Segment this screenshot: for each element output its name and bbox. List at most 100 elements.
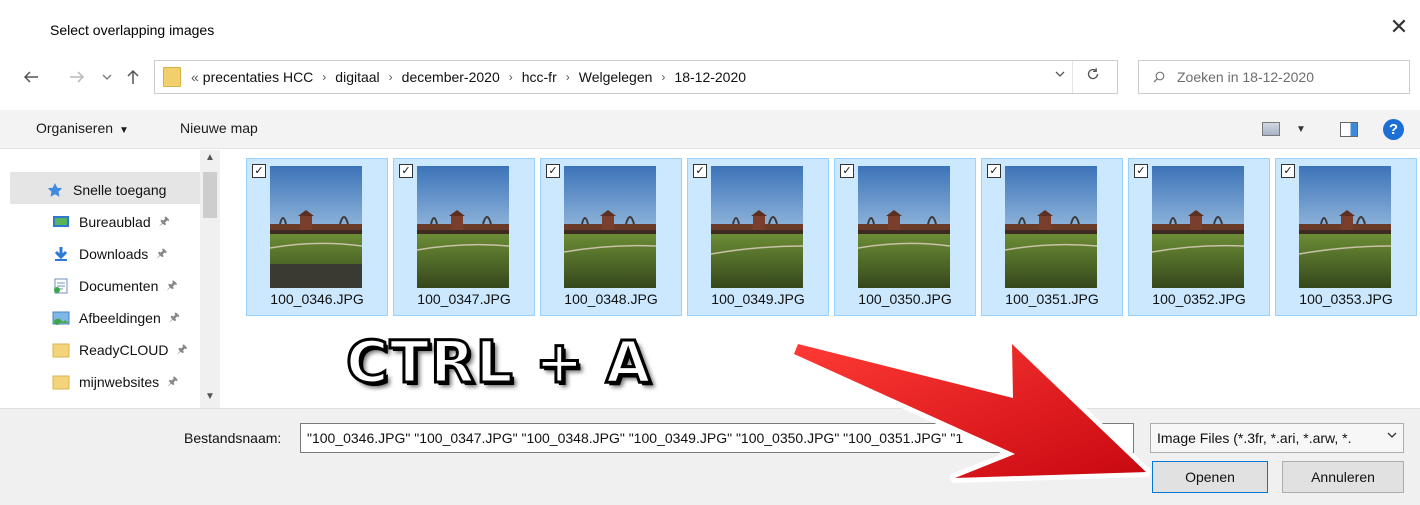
window-title: Select overlapping images bbox=[50, 22, 215, 38]
pin-icon[interactable]: 🖈 bbox=[166, 276, 177, 297]
back-arrow-icon[interactable] bbox=[20, 64, 42, 90]
file-thumbnail[interactable]: ✓ 100_0352.JPG bbox=[1128, 158, 1270, 316]
sidebar-item-quick-access[interactable]: Snelle toegang bbox=[46, 178, 166, 202]
pin-icon[interactable]: 🖈 bbox=[156, 244, 167, 265]
scroll-up-icon[interactable]: ▲ bbox=[200, 152, 220, 163]
file-thumbnail[interactable]: ✓ 100_0353.JPG bbox=[1275, 158, 1417, 316]
breadcrumb-overflow[interactable]: « bbox=[191, 69, 199, 85]
breadcrumb-item[interactable]: precentaties HCC bbox=[203, 69, 314, 85]
sidebar-item-downloads[interactable]: Downloads 🖈 bbox=[52, 242, 167, 266]
address-dropdown-chevron-icon[interactable] bbox=[1055, 69, 1065, 81]
file-thumbnail[interactable]: ✓ 100_0350.JPG bbox=[834, 158, 976, 316]
pin-icon[interactable]: 🖈 bbox=[176, 340, 187, 361]
sidebar-item-label: Documenten bbox=[79, 278, 159, 294]
file-thumbnail[interactable]: ✓ 100_0347.JPG bbox=[393, 158, 535, 316]
file-thumbnail[interactable]: ✓ 100_0351.JPG bbox=[981, 158, 1123, 316]
photo-thumbnail-image bbox=[1152, 166, 1244, 288]
checkbox-icon[interactable]: ✓ bbox=[252, 164, 266, 178]
photo-thumbnail-image bbox=[711, 166, 803, 288]
dropdown-caret-icon: ▼ bbox=[119, 125, 129, 136]
organize-label: Organiseren bbox=[36, 120, 114, 136]
checkbox-icon[interactable]: ✓ bbox=[399, 164, 413, 178]
breadcrumb-separator-icon[interactable]: › bbox=[661, 70, 665, 84]
file-name: 100_0353.JPG bbox=[1299, 291, 1393, 307]
scroll-down-icon[interactable]: ▼ bbox=[200, 391, 220, 402]
sidebar-item-desktop[interactable]: Bureaublad 🖈 bbox=[52, 210, 170, 234]
pin-icon[interactable]: 🖈 bbox=[159, 212, 170, 233]
breadcrumb-item[interactable]: digitaal bbox=[335, 69, 379, 85]
breadcrumb-item[interactable]: hcc-fr bbox=[522, 69, 557, 85]
up-arrow-icon[interactable] bbox=[122, 64, 144, 90]
recent-locations-chevron-icon[interactable] bbox=[96, 64, 118, 90]
divider bbox=[1072, 61, 1073, 93]
sidebar-item-pictures[interactable]: Afbeeldingen 🖈 bbox=[52, 306, 180, 330]
checkbox-icon[interactable]: ✓ bbox=[840, 164, 854, 178]
file-thumbnail[interactable]: ✓ 100_0348.JPG bbox=[540, 158, 682, 316]
filename-label: Bestandsnaam: bbox=[184, 430, 282, 446]
sidebar-scrollbar[interactable]: ▲ ▼ bbox=[200, 150, 220, 408]
checkbox-icon[interactable]: ✓ bbox=[1281, 164, 1295, 178]
scrollbar-thumb[interactable] bbox=[203, 172, 217, 218]
pin-icon[interactable]: 🖈 bbox=[169, 308, 180, 329]
search-input[interactable] bbox=[1175, 68, 1399, 86]
breadcrumb-separator-icon[interactable]: › bbox=[389, 70, 393, 84]
forward-arrow-icon[interactable] bbox=[66, 64, 88, 90]
photo-thumbnail-image bbox=[417, 166, 509, 288]
sidebar-item-label: mijnwebsites bbox=[79, 374, 160, 390]
checkbox-icon[interactable]: ✓ bbox=[546, 164, 560, 178]
breadcrumb-item[interactable]: 18-12-2020 bbox=[674, 69, 746, 85]
photo-thumbnail-image bbox=[1005, 166, 1097, 288]
file-thumbnail[interactable]: ✓ 100_0349.JPG bbox=[687, 158, 829, 316]
breadcrumb-separator-icon[interactable]: › bbox=[509, 70, 513, 84]
breadcrumb-separator-icon[interactable]: › bbox=[322, 70, 326, 84]
checkbox-icon[interactable]: ✓ bbox=[693, 164, 707, 178]
search-box[interactable] bbox=[1138, 60, 1410, 94]
file-type-select[interactable]: Image Files (*.3fr, *.ari, *.arw, *. bbox=[1150, 423, 1404, 453]
cancel-button[interactable]: Annuleren bbox=[1282, 461, 1404, 493]
file-name: 100_0348.JPG bbox=[564, 291, 658, 307]
photo-thumbnail-image bbox=[270, 166, 362, 288]
pictures-icon bbox=[52, 311, 70, 325]
view-options-caret-icon[interactable]: ▼ bbox=[1296, 124, 1306, 135]
file-name: 100_0350.JPG bbox=[858, 291, 952, 307]
sidebar-item-readycloud[interactable]: ReadyCLOUD 🖈 bbox=[52, 338, 188, 362]
organize-menu-button[interactable]: Organiseren ▼ bbox=[36, 120, 129, 136]
change-view-icon[interactable] bbox=[1262, 122, 1280, 136]
refresh-icon[interactable] bbox=[1081, 66, 1105, 88]
sidebar-item-label: Bureaublad bbox=[79, 214, 151, 230]
sidebar-item-documents[interactable]: Documenten 🖈 bbox=[52, 274, 178, 298]
desktop-icon bbox=[53, 216, 69, 227]
address-bar[interactable]: « precentaties HCC › digitaal › december… bbox=[154, 60, 1118, 94]
navigation-pane: Snelle toegang Bureaublad 🖈 Downloads 🖈 … bbox=[0, 150, 222, 408]
help-icon[interactable]: ? bbox=[1383, 119, 1404, 140]
dialog-footer: Bestandsnaam: Image Files (*.3fr, *.ari,… bbox=[0, 408, 1420, 505]
sidebar-item-label: Afbeeldingen bbox=[79, 310, 161, 326]
sidebar-item-mijnwebsites[interactable]: mijnwebsites 🖈 bbox=[52, 370, 178, 394]
filename-input[interactable] bbox=[300, 423, 1134, 453]
file-name: 100_0346.JPG bbox=[270, 291, 364, 307]
folder-icon bbox=[163, 67, 181, 87]
checkbox-icon[interactable]: ✓ bbox=[1134, 164, 1148, 178]
open-button[interactable]: Openen bbox=[1152, 461, 1268, 493]
folder-icon bbox=[52, 375, 70, 390]
breadcrumb-item[interactable]: december-2020 bbox=[402, 69, 500, 85]
chevron-down-icon bbox=[1387, 430, 1397, 442]
close-icon[interactable]: ✕ bbox=[1388, 16, 1410, 38]
file-thumbnail[interactable]: ✓ 100_0346.JPG bbox=[246, 158, 388, 316]
checkbox-icon[interactable]: ✓ bbox=[987, 164, 1001, 178]
search-icon bbox=[1153, 71, 1165, 83]
sidebar-item-label: ReadyCLOUD bbox=[79, 342, 169, 358]
breadcrumb-item[interactable]: Welgelegen bbox=[579, 69, 653, 85]
preview-pane-icon[interactable] bbox=[1340, 122, 1358, 137]
breadcrumb: « precentaties HCC › digitaal › december… bbox=[191, 69, 746, 85]
photo-thumbnail-image bbox=[858, 166, 950, 288]
breadcrumb-separator-icon[interactable]: › bbox=[566, 70, 570, 84]
folder-icon bbox=[52, 343, 70, 358]
star-icon bbox=[47, 183, 63, 197]
new-folder-button[interactable]: Nieuwe map bbox=[180, 120, 258, 136]
photo-thumbnail-image bbox=[564, 166, 656, 288]
pin-icon[interactable]: 🖈 bbox=[167, 372, 178, 393]
documents-icon bbox=[54, 278, 68, 294]
download-icon bbox=[54, 247, 68, 261]
keyboard-shortcut-caption: CTRL + A bbox=[345, 327, 653, 398]
